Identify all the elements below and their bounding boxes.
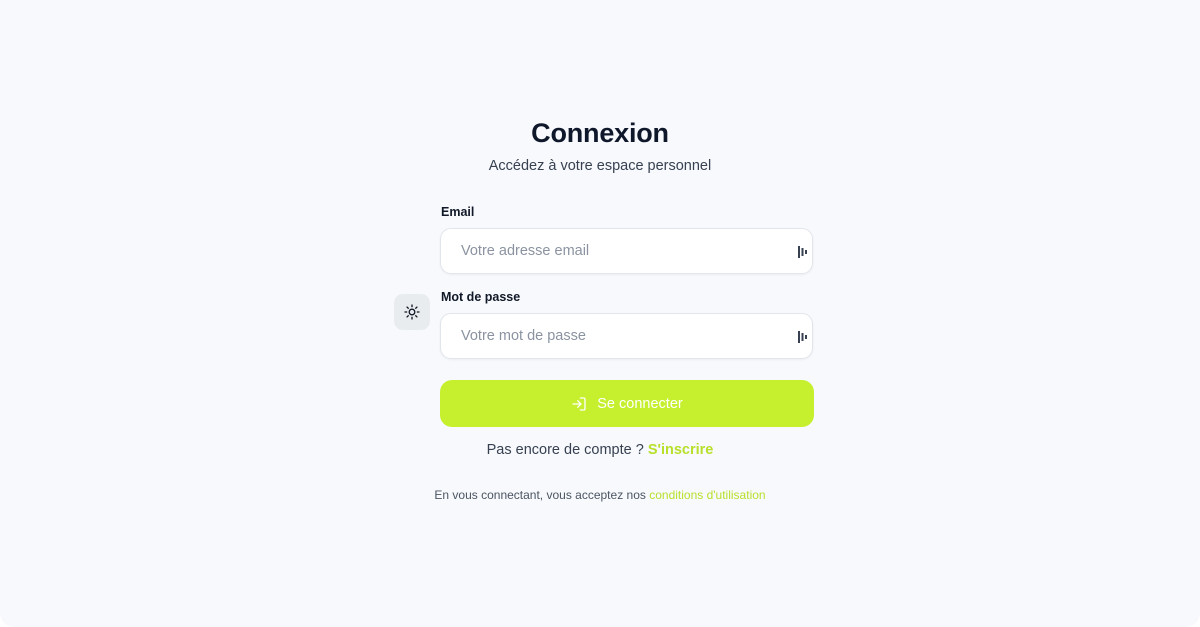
password-field[interactable] <box>461 314 781 358</box>
email-field-container <box>440 228 813 274</box>
email-label: Email <box>441 205 475 219</box>
terms-link[interactable]: conditions d'utilisation <box>649 488 765 502</box>
sun-icon <box>404 304 420 320</box>
login-arrow-icon <box>572 396 586 411</box>
login-button[interactable]: Se connecter <box>440 380 814 427</box>
signup-link[interactable]: S'inscrire <box>648 442 714 458</box>
page-title: Connexion <box>531 118 669 148</box>
login-window: Connexion Accédez à votre espace personn… <box>0 0 1200 627</box>
signup-prompt: Pas encore de compte ? <box>486 442 644 458</box>
terms-line: En vous connectant, vous acceptez nos co… <box>0 488 1200 502</box>
login-button-label: Se connecter <box>597 395 683 412</box>
theme-toggle-button[interactable] <box>394 294 430 330</box>
terms-text: En vous connectant, vous acceptez nos <box>434 488 646 502</box>
password-label: Mot de passe <box>441 290 521 304</box>
page-subtitle: Accédez à votre espace personnel <box>488 158 712 174</box>
email-field[interactable] <box>461 229 781 273</box>
password-manager-icon[interactable] <box>798 331 808 343</box>
password-field-container <box>440 313 813 359</box>
signup-prompt-line: Pas encore de compte ? S'inscrire <box>0 442 1200 458</box>
password-manager-icon[interactable] <box>798 246 808 258</box>
